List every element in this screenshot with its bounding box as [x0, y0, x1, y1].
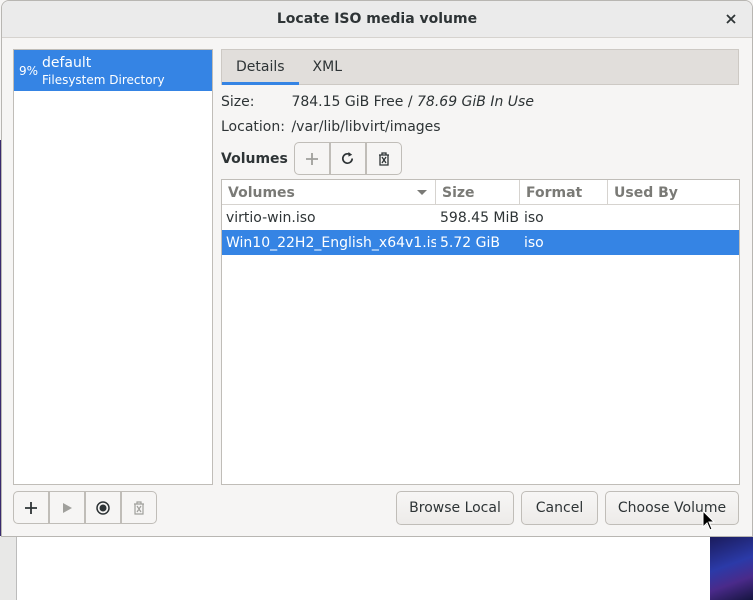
add-pool-button[interactable] [13, 491, 49, 524]
desktop-wallpaper [710, 536, 753, 600]
volume-name: virtio-win.iso [226, 209, 316, 226]
refresh-volumes-button[interactable] [329, 142, 366, 175]
close-icon[interactable] [722, 10, 740, 28]
location-row: Location: /var/lib/libvirt/images [221, 119, 441, 135]
delete-icon [134, 500, 144, 515]
add-icon [25, 501, 37, 514]
volumes-table: Volumes Size Format Used By virtio-win.i… [221, 179, 740, 485]
tab-details[interactable]: Details [222, 50, 299, 85]
size-free: 784.15 GiB Free / [291, 94, 413, 110]
tab-xml[interactable]: XML [299, 50, 356, 84]
storage-pool-list: 9% default Filesystem Directory [13, 49, 213, 485]
add-icon [305, 152, 318, 165]
volume-size: 5.72 GiB [440, 234, 500, 251]
volume-size: 598.45 MiB [440, 209, 520, 226]
browse-local-button[interactable]: Browse Local [396, 491, 514, 525]
volume-used-by [608, 230, 739, 255]
choose-volume-button[interactable]: Choose Volume [605, 491, 739, 525]
pool-toolbar [13, 491, 157, 524]
column-size[interactable]: Size [436, 180, 520, 205]
table-row[interactable]: Win10_22H2_English_x64v1.iso 5.72 GiB is… [222, 230, 739, 255]
volume-used-by [608, 205, 739, 230]
size-in-use: 78.69 GiB In Use [417, 94, 534, 110]
size-label: Size: [221, 94, 255, 110]
cancel-button[interactable]: Cancel [521, 491, 598, 525]
location-value: /var/lib/libvirt/images [291, 119, 441, 135]
pool-type: Filesystem Directory [42, 73, 165, 87]
table-header: Volumes Size Format Used By [222, 180, 739, 205]
size-row: Size: 784.15 GiB Free / 78.69 GiB In Use [221, 94, 534, 110]
column-used-by[interactable]: Used By [608, 180, 739, 205]
details-tabs: Details XML [221, 49, 739, 85]
delete-icon [378, 151, 389, 166]
start-pool-button[interactable] [49, 491, 85, 524]
volume-name: Win10_22H2_English_x64v1.iso [226, 234, 436, 251]
mouse-pointer-icon [702, 510, 716, 531]
delete-volume-button[interactable] [365, 142, 402, 175]
volume-format: iso [524, 234, 544, 251]
column-format[interactable]: Format [520, 180, 608, 205]
location-label: Location: [221, 119, 285, 135]
column-volumes[interactable]: Volumes [222, 180, 436, 205]
dialog-title: Locate ISO media volume [276, 11, 478, 27]
refresh-icon [342, 151, 354, 165]
sort-down-icon [417, 190, 427, 195]
table-row[interactable]: virtio-win.iso 598.45 MiB iso [222, 205, 739, 230]
volumes-label: Volumes [221, 150, 288, 167]
pool-name: default [42, 55, 92, 71]
pool-item-default[interactable]: 9% default Filesystem Directory [14, 50, 212, 91]
dialog-titlebar: Locate ISO media volume [2, 1, 752, 38]
parent-window-content [16, 536, 710, 600]
stop-pool-button[interactable] [85, 491, 121, 524]
delete-pool-button[interactable] [121, 491, 157, 524]
play-icon [63, 502, 72, 513]
volumes-toolbar: Volumes [221, 142, 402, 175]
volume-format: iso [524, 209, 544, 226]
stop-icon [96, 500, 110, 515]
add-volume-button[interactable] [293, 142, 330, 175]
pool-usage-percent: 9% [19, 64, 39, 78]
